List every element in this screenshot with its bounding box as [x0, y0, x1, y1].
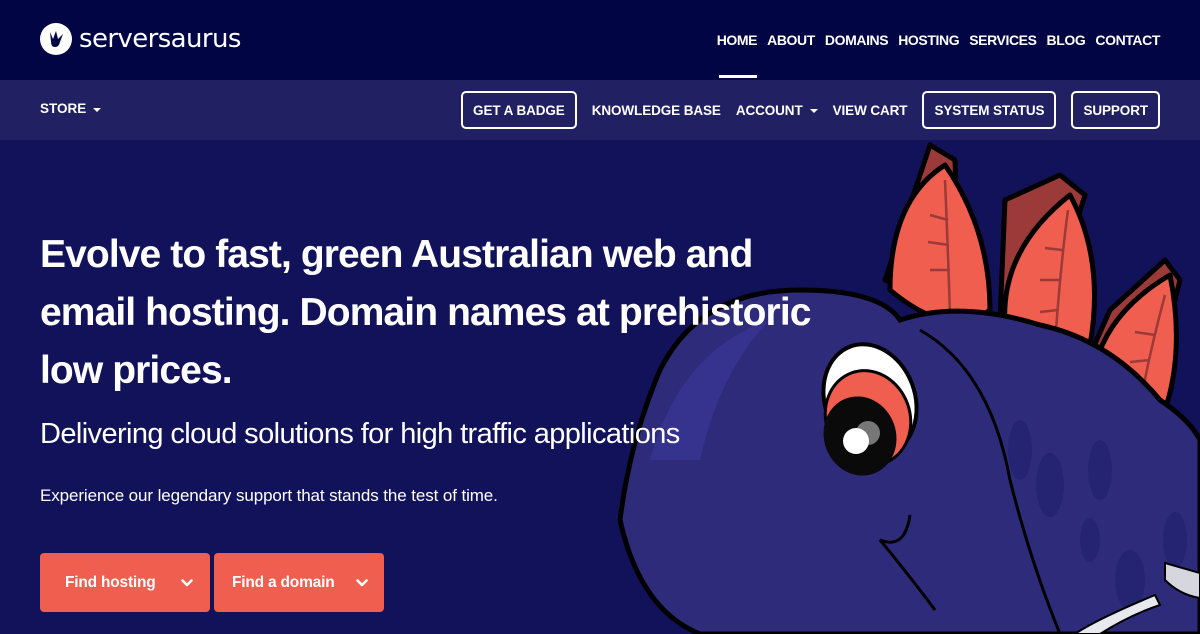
hero-title: Evolve to fast, green Australian web and… — [40, 233, 811, 392]
find-hosting-label: Find hosting — [65, 573, 156, 591]
brand-logo[interactable]: serversaurus — [40, 22, 241, 56]
brand-name: serversaurus — [79, 24, 241, 54]
knowledge-base-link[interactable]: KNOWLEDGE BASE — [592, 103, 721, 118]
knowledge-base-label: KNOWLEDGE BASE — [591, 102, 721, 118]
support-button[interactable]: SUPPORT — [1071, 91, 1160, 129]
system-status-button[interactable]: SYSTEM STATUS — [922, 91, 1057, 129]
find-domain-label: Find a domain — [232, 573, 335, 591]
hero-tagline: Experience our legendary support that st… — [40, 486, 498, 505]
account-label: ACCOUNT — [735, 102, 803, 118]
get-a-badge-button[interactable]: GET A BADGE — [461, 91, 577, 129]
hero-section: Evolve to fast, green Australian web and… — [0, 140, 1200, 634]
hero-subtitle: Delivering cloud solutions for high traf… — [40, 418, 680, 450]
store-dropdown[interactable]: STORE — [40, 101, 102, 116]
support-label: SUPPORT — [1083, 102, 1148, 118]
sub-header: STORE GET A BADGE KNOWLEDGE BASE ACCOUNT… — [0, 80, 1200, 140]
nav-domains[interactable]: DOMAINS — [825, 30, 889, 50]
dino-footprint-icon — [40, 23, 72, 55]
find-hosting-button[interactable]: Find hosting — [40, 553, 210, 612]
main-nav: HOME ABOUT DOMAINS HOSTING SERVICES BLOG… — [717, 30, 1160, 78]
chevron-down-icon — [181, 578, 193, 587]
account-dropdown[interactable]: ACCOUNT — [736, 103, 818, 118]
chevron-down-icon — [356, 578, 368, 587]
find-domain-button[interactable]: Find a domain — [214, 553, 384, 612]
cta-row: Find hosting Find a domain — [40, 553, 384, 612]
top-header: serversaurus HOME ABOUT DOMAINS HOSTING … — [0, 0, 1200, 80]
sub-nav: GET A BADGE KNOWLEDGE BASE ACCOUNT VIEW … — [461, 91, 1160, 129]
nav-home[interactable]: HOME — [717, 30, 758, 78]
nav-blog[interactable]: BLOG — [1047, 30, 1086, 50]
caret-down-icon — [809, 109, 818, 113]
store-label: STORE — [40, 101, 87, 116]
nav-hosting[interactable]: HOSTING — [898, 30, 959, 50]
get-a-badge-label: GET A BADGE — [473, 102, 565, 118]
system-status-label: SYSTEM STATUS — [934, 102, 1045, 118]
nav-services[interactable]: SERVICES — [969, 30, 1037, 50]
view-cart-link[interactable]: VIEW CART — [833, 103, 908, 118]
caret-down-icon — [93, 107, 102, 112]
nav-contact[interactable]: CONTACT — [1095, 30, 1160, 50]
view-cart-label: VIEW CART — [832, 102, 908, 118]
nav-about[interactable]: ABOUT — [767, 30, 815, 50]
